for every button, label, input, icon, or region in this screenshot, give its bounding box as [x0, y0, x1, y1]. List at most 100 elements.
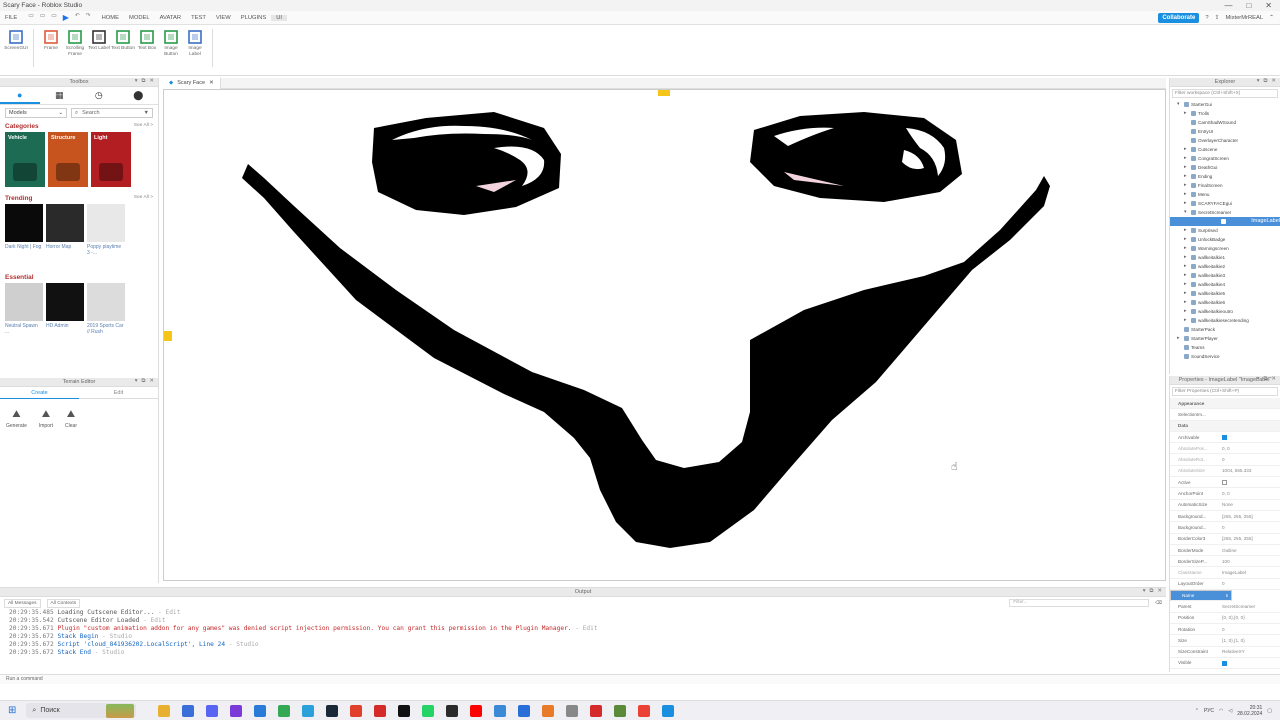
- property-row[interactable]: Size {1, 0},{1, 0}: [1170, 635, 1280, 647]
- filter-icon[interactable]: ▼: [144, 110, 149, 116]
- widget-icon[interactable]: [106, 703, 135, 718]
- anchor-handle-top[interactable]: [658, 90, 670, 96]
- new-icon[interactable]: ▭: [28, 13, 33, 22]
- log-message[interactable]: Stack End: [57, 649, 91, 656]
- close-icon[interactable]: ✕: [149, 378, 154, 385]
- property-value[interactable]: 0: [1222, 581, 1280, 586]
- mouse-icon[interactable]: [566, 704, 579, 717]
- property-value[interactable]: SecretScreamer: [1222, 604, 1280, 609]
- explorer-item[interactable]: ▸ SCARYFACEgui: [1170, 199, 1280, 208]
- see-all-categories-link[interactable]: See All >: [134, 123, 153, 130]
- output-filter-input[interactable]: Filter...: [1009, 599, 1150, 607]
- dropdown-icon[interactable]: ▾: [135, 78, 138, 85]
- property-row[interactable]: Parent SecretScreamer: [1170, 601, 1280, 613]
- open-icon[interactable]: ▭: [40, 13, 45, 22]
- category-vehicle[interactable]: Vehicle: [5, 132, 45, 187]
- explorer-item[interactable]: OverlayerCharacter: [1170, 136, 1280, 145]
- paint-icon[interactable]: [542, 704, 555, 717]
- property-row[interactable]: BorderMode Outline: [1170, 545, 1280, 557]
- play-icon[interactable]: ▶: [63, 13, 69, 22]
- property-row[interactable]: AbsoluteSize 1004, 565.333: [1170, 466, 1280, 478]
- trending-item[interactable]: Dark Night | Fog: [5, 204, 43, 256]
- property-row[interactable]: BorderSizeP... 100: [1170, 556, 1280, 568]
- property-row[interactable]: Active: [1170, 477, 1280, 489]
- ribbon-text-label-button[interactable]: Text Label: [87, 29, 111, 52]
- explorer-item[interactable]: ▸ StarterPlayer: [1170, 334, 1280, 343]
- tab-home[interactable]: HOME: [97, 15, 124, 21]
- youtube-icon[interactable]: [470, 704, 483, 717]
- user-name[interactable]: MisterMrREAL: [1225, 15, 1263, 21]
- property-row[interactable]: ClassName ImageLabel: [1170, 567, 1280, 579]
- close-tab-icon[interactable]: ✕: [209, 80, 214, 86]
- tab-create[interactable]: Create: [0, 387, 79, 399]
- snip-icon[interactable]: [494, 704, 507, 717]
- tiktok-icon[interactable]: [398, 704, 411, 717]
- essential-item[interactable]: HD Admin: [46, 283, 84, 335]
- expand-arrow-icon[interactable]: ▸: [1184, 163, 1191, 172]
- properties-filter-input[interactable]: Filter Properties (Ctrl+Shift+P): [1172, 387, 1278, 396]
- tab-inventory[interactable]: ▦: [40, 87, 80, 104]
- expand-arrow-icon[interactable]: ▸: [1184, 262, 1191, 271]
- property-value[interactable]: 0: [1222, 525, 1280, 530]
- close-icon[interactable]: ✕: [1157, 588, 1162, 595]
- ribbon-screengui-button[interactable]: ScreenGUI: [4, 29, 28, 52]
- expand-arrow-icon[interactable]: ▾: [1184, 208, 1191, 217]
- toolbox-search-input[interactable]: ⌕ Search ▼: [71, 108, 153, 118]
- explorer-item[interactable]: ▸ Surprised: [1170, 226, 1280, 235]
- property-value[interactable]: {1, 0},{1, 0}: [1222, 638, 1280, 643]
- recorder-icon[interactable]: [590, 704, 603, 717]
- models-dropdown[interactable]: Models ⌄: [5, 108, 67, 118]
- minecraft-icon[interactable]: [614, 704, 627, 717]
- close-icon[interactable]: ✕: [1271, 376, 1276, 383]
- viewport[interactable]: ☝: [163, 89, 1166, 581]
- ribbon-text-button-button[interactable]: Text Button: [111, 29, 135, 52]
- tab-test[interactable]: TEST: [186, 15, 211, 21]
- tab-view[interactable]: VIEW: [211, 15, 236, 21]
- property-row[interactable]: AutomaticSize None: [1170, 500, 1280, 511]
- property-row[interactable]: Position {0, 0},{0, 0}: [1170, 613, 1280, 624]
- explorer-item[interactable]: StarterPack: [1170, 325, 1280, 334]
- scary-face-image[interactable]: [164, 90, 1167, 582]
- expand-arrow-icon[interactable]: ▸: [1184, 316, 1191, 325]
- terrain-generate-button[interactable]: ⛰ Generate: [6, 409, 27, 429]
- ribbon-image-button-button[interactable]: Image Button: [159, 29, 183, 58]
- property-value[interactable]: [255, 255, 255]: [1222, 514, 1280, 519]
- expand-arrow-icon[interactable]: ▸: [1184, 199, 1191, 208]
- expand-arrow-icon[interactable]: ▸: [1184, 190, 1191, 199]
- wifi-icon[interactable]: ◠: [1219, 708, 1223, 714]
- file-explorer-icon[interactable]: [158, 704, 171, 717]
- redo-icon[interactable]: ↷: [86, 13, 91, 22]
- explorer-item[interactable]: ▸ wallkeitalkie1: [1170, 253, 1280, 262]
- explorer-item[interactable]: ▸ Cutscene: [1170, 145, 1280, 154]
- undock-icon[interactable]: ⧉: [141, 378, 145, 385]
- notifications-icon[interactable]: ▢: [1267, 708, 1272, 714]
- explorer-item[interactable]: ▸ UnlockBadge: [1170, 235, 1280, 244]
- undo-icon[interactable]: ↶: [75, 13, 80, 22]
- property-row[interactable]: Visible: [1170, 658, 1280, 670]
- property-value[interactable]: [255, 255, 255]: [1222, 536, 1280, 541]
- expand-arrow-icon[interactable]: ▸: [1184, 280, 1191, 289]
- trending-item[interactable]: Poppy playtime 3 -...: [87, 204, 125, 256]
- checkbox[interactable]: [1222, 660, 1227, 666]
- property-value[interactable]: [1222, 660, 1280, 666]
- checkbox[interactable]: [1222, 434, 1227, 440]
- tab-plugins[interactable]: PLUGINS: [236, 15, 271, 21]
- undock-icon[interactable]: ⧉: [1149, 588, 1153, 595]
- expand-arrow-icon[interactable]: ▸: [1184, 244, 1191, 253]
- category-structure[interactable]: Structure: [48, 132, 88, 187]
- log-message[interactable]: Script 'cloud_841936202.LocalScript', Li…: [57, 641, 225, 648]
- property-value[interactable]: ImageLabel: [1226, 593, 1228, 598]
- property-value[interactable]: Outline: [1222, 548, 1280, 553]
- media-icon[interactable]: [230, 704, 243, 717]
- contexts-dropdown[interactable]: All Contexts: [46, 598, 81, 608]
- explorer-item[interactable]: ▸ Trolls: [1170, 109, 1280, 118]
- property-value[interactable]: 0, 0: [1222, 491, 1280, 496]
- chrome-icon[interactable]: [278, 704, 291, 717]
- essential-item[interactable]: Neutral Spawn ...: [5, 283, 43, 335]
- ribbon-scrolling-frame-button[interactable]: Scrolling Frame: [63, 29, 87, 58]
- property-row[interactable]: AbsoluteRot... 0: [1170, 454, 1280, 466]
- terminal-icon[interactable]: [446, 704, 459, 717]
- terrain-import-button[interactable]: ⛰ Import: [39, 409, 53, 429]
- undock-icon[interactable]: ⧉: [141, 78, 145, 85]
- collapse-ribbon-icon[interactable]: ⌃: [1269, 15, 1274, 21]
